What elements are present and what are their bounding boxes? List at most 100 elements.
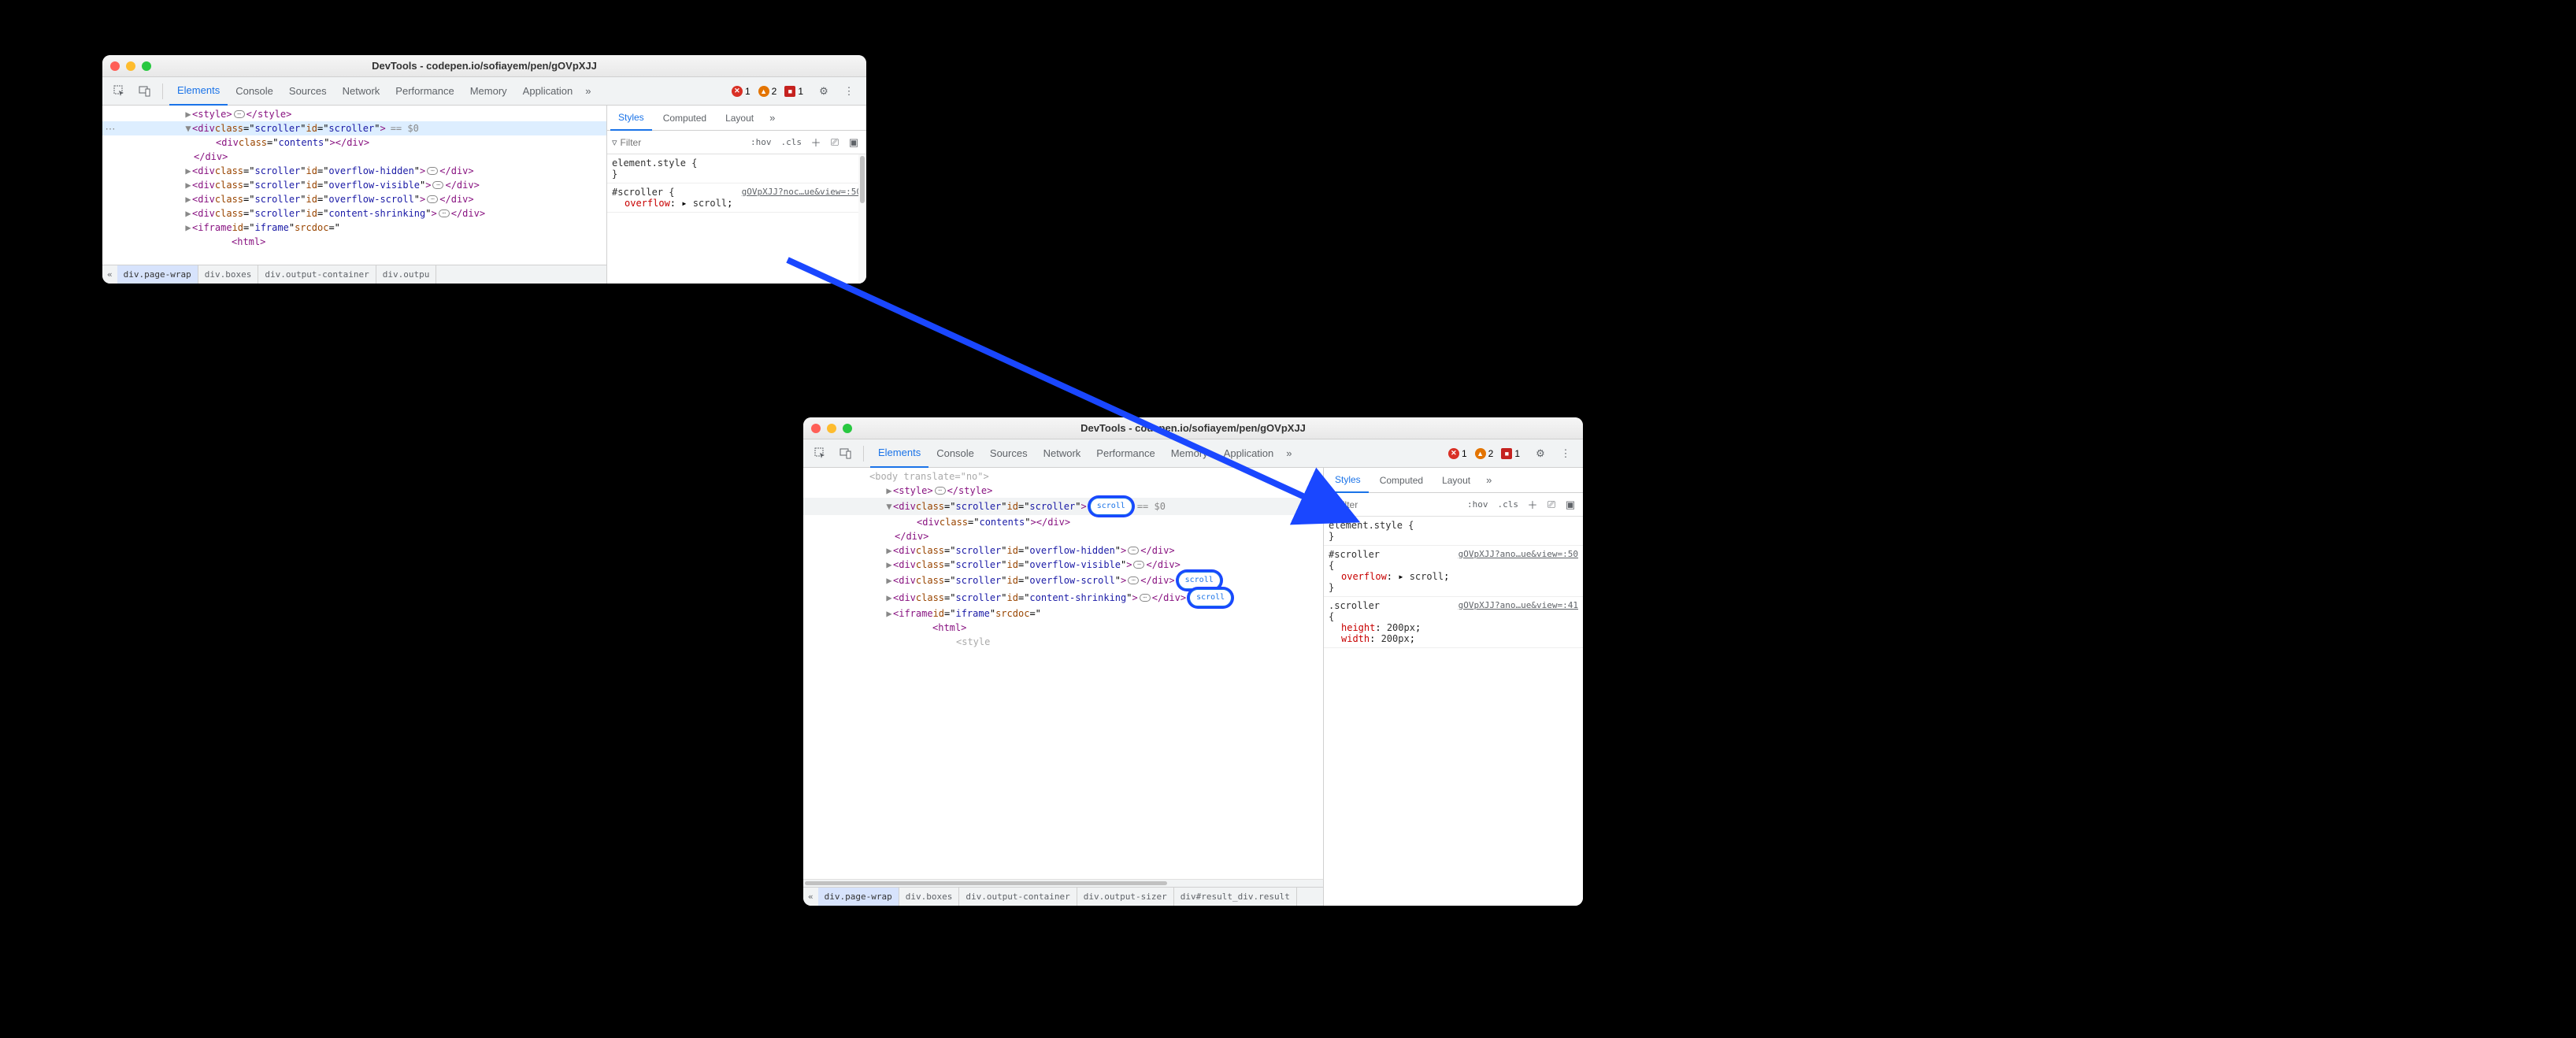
- rule-scroller[interactable]: #scroller {gOVpXJJ?noc…ue&view=:50 overf…: [607, 184, 866, 213]
- more-tabs-icon[interactable]: »: [1481, 474, 1496, 486]
- css-prop-width[interactable]: width: 200px;: [1329, 633, 1578, 644]
- rule-source-link[interactable]: gOVpXJJ?ano…ue&view=:50: [1458, 549, 1578, 560]
- tab-network[interactable]: Network: [335, 77, 388, 106]
- dom-node-overflow-scroll[interactable]: ▶<div class="scroller" id="overflow-scro…: [102, 192, 606, 206]
- rule-source-link[interactable]: gOVpXJJ?noc…ue&view=:50: [742, 187, 862, 198]
- hov-toggle[interactable]: :hov: [1464, 498, 1492, 511]
- tab-sources[interactable]: Sources: [982, 439, 1036, 468]
- tab-console[interactable]: Console: [928, 439, 982, 468]
- css-prop-height[interactable]: height: 200px;: [1329, 622, 1578, 633]
- new-rule-icon[interactable]: ＋: [1525, 497, 1540, 513]
- breadcrumb-scroll-left-icon[interactable]: «: [102, 269, 117, 280]
- styles-filter-input[interactable]: [1337, 499, 1461, 510]
- dom-node-overflow-visible[interactable]: ▶<div class="scroller" id="overflow-visi…: [102, 178, 606, 192]
- dom-tree[interactable]: <body translate="no"> ▶<style></style> ▼…: [803, 468, 1323, 879]
- more-tabs-icon[interactable]: »: [580, 85, 595, 97]
- device-toggle-icon[interactable]: [835, 443, 857, 465]
- breadcrumb-item[interactable]: div.outpu: [376, 265, 437, 284]
- device-toggle-icon[interactable]: [134, 80, 156, 102]
- dom-node-style-inner[interactable]: <style: [803, 635, 1323, 649]
- styles-tab-layout[interactable]: Layout: [1434, 468, 1478, 493]
- dom-node-scroller-selected[interactable]: ▼<div class="scroller" id="scroller">== …: [102, 121, 606, 135]
- warning-badge[interactable]: ▲2: [758, 86, 777, 97]
- rule-scroller-class[interactable]: .scrollergOVpXJJ?ano…ue&view=:41 { heigh…: [1324, 597, 1583, 648]
- css-prop-overflow[interactable]: overflow: ▸ scroll;: [1329, 571, 1578, 582]
- tab-memory[interactable]: Memory: [1163, 439, 1216, 468]
- rule-element-style[interactable]: element.style { }: [607, 154, 866, 184]
- breadcrumb-item[interactable]: div.boxes: [899, 888, 960, 906]
- styles-tab-styles[interactable]: Styles: [1327, 468, 1369, 493]
- tab-elements[interactable]: Elements: [169, 77, 228, 106]
- error-badge[interactable]: ✕1: [1448, 448, 1467, 459]
- dom-tree[interactable]: ▶<style></style> ▼<div class="scroller" …: [102, 106, 606, 265]
- scroll-badge[interactable]: scroll: [1189, 589, 1232, 606]
- tab-elements[interactable]: Elements: [870, 439, 928, 468]
- error-badge[interactable]: ✕1: [732, 86, 751, 97]
- dom-node-overflow-visible[interactable]: ▶<div class="scroller" id="overflow-visi…: [803, 558, 1323, 572]
- dom-node-html[interactable]: <html>: [102, 235, 606, 249]
- kebab-menu-icon[interactable]: ⋮: [1555, 443, 1577, 465]
- computed-toggle-icon[interactable]: ▣: [1562, 497, 1578, 513]
- gutter-context-icon[interactable]: ⋯: [102, 123, 118, 135]
- tab-performance[interactable]: Performance: [1088, 439, 1162, 468]
- dom-node-contents[interactable]: <div class="contents"></div>: [102, 135, 606, 150]
- kebab-menu-icon[interactable]: ⋮: [838, 80, 860, 102]
- scroll-badge[interactable]: scroll: [1090, 498, 1132, 515]
- tab-application[interactable]: Application: [1216, 439, 1282, 468]
- settings-icon[interactable]: ⚙: [813, 80, 835, 102]
- rule-source-link[interactable]: gOVpXJJ?ano…ue&view=:41: [1458, 600, 1578, 611]
- hov-toggle[interactable]: :hov: [747, 135, 775, 149]
- ellipsis-icon[interactable]: [1128, 576, 1139, 584]
- zoom-icon[interactable]: [843, 424, 852, 433]
- styles-tab-computed[interactable]: Computed: [655, 106, 714, 131]
- close-icon[interactable]: [110, 61, 120, 71]
- ellipsis-icon[interactable]: [427, 195, 438, 203]
- dom-node-style[interactable]: ▶<style></style>: [102, 107, 606, 121]
- close-icon[interactable]: [811, 424, 821, 433]
- scroll-badge[interactable]: scroll: [1178, 572, 1221, 589]
- dom-node-contents[interactable]: <div class="contents"></div>: [803, 515, 1323, 529]
- dom-node-iframe[interactable]: ▶<iframe id="iframe" srcdoc=": [102, 221, 606, 235]
- breadcrumb-scroll-left-icon[interactable]: «: [803, 892, 818, 902]
- styles-rules[interactable]: element.style { } #scroller {gOVpXJJ?noc…: [607, 154, 866, 284]
- dom-node-content-shrinking[interactable]: ▶<div class="scroller" id="content-shrin…: [102, 206, 606, 221]
- dom-node-overflow-scroll[interactable]: ▶<div class="scroller" id="overflow-scro…: [803, 572, 1323, 589]
- zoom-icon[interactable]: [142, 61, 151, 71]
- tab-sources[interactable]: Sources: [281, 77, 335, 106]
- computed-toggle-icon[interactable]: ▣: [846, 135, 862, 150]
- more-tabs-icon[interactable]: »: [1281, 447, 1296, 459]
- minimize-icon[interactable]: [827, 424, 836, 433]
- tab-performance[interactable]: Performance: [387, 77, 461, 106]
- warning-badge[interactable]: ▲2: [1475, 448, 1494, 459]
- brush-icon[interactable]: ⎚: [827, 135, 843, 150]
- minimize-icon[interactable]: [126, 61, 135, 71]
- styles-rules[interactable]: element.style { } #scrollergOVpXJJ?ano…u…: [1324, 517, 1583, 906]
- breadcrumb-item[interactable]: div#result_div.result: [1174, 888, 1297, 906]
- ellipsis-icon[interactable]: [1140, 594, 1151, 602]
- dom-node-iframe[interactable]: ▶<iframe id="iframe" srcdoc=": [803, 606, 1323, 621]
- breadcrumb-item[interactable]: div.output-container: [258, 265, 376, 284]
- tab-network[interactable]: Network: [1036, 439, 1089, 468]
- rule-element-style[interactable]: element.style { }: [1324, 517, 1583, 546]
- breadcrumb-item[interactable]: div.page-wrap: [818, 888, 899, 906]
- new-rule-icon[interactable]: ＋: [808, 135, 824, 150]
- rule-scroller-id[interactable]: #scrollergOVpXJJ?ano…ue&view=:50 { overf…: [1324, 546, 1583, 597]
- scrollbar[interactable]: [858, 154, 866, 284]
- ellipsis-icon[interactable]: [935, 487, 946, 495]
- dom-node-scroller-selected[interactable]: ▼<div class="scroller" id="scroller">scr…: [803, 498, 1323, 515]
- ellipsis-icon[interactable]: [439, 209, 450, 217]
- more-tabs-icon[interactable]: »: [765, 112, 780, 124]
- tab-application[interactable]: Application: [515, 77, 581, 106]
- ellipsis-icon[interactable]: [1133, 561, 1144, 569]
- inspect-icon[interactable]: [109, 80, 131, 102]
- breadcrumb-item[interactable]: div.output-sizer: [1077, 888, 1174, 906]
- dom-node-close[interactable]: </div>: [102, 150, 606, 164]
- tab-memory[interactable]: Memory: [462, 77, 515, 106]
- breadcrumb-item[interactable]: div.boxes: [198, 265, 259, 284]
- styles-tab-computed[interactable]: Computed: [1372, 468, 1431, 493]
- inspect-icon[interactable]: [810, 443, 832, 465]
- styles-tab-styles[interactable]: Styles: [610, 106, 652, 131]
- brush-icon[interactable]: ⎚: [1544, 497, 1559, 513]
- issues-badge[interactable]: ■1: [784, 86, 803, 97]
- dom-node-body-partial[interactable]: <body translate="no">: [803, 469, 1323, 484]
